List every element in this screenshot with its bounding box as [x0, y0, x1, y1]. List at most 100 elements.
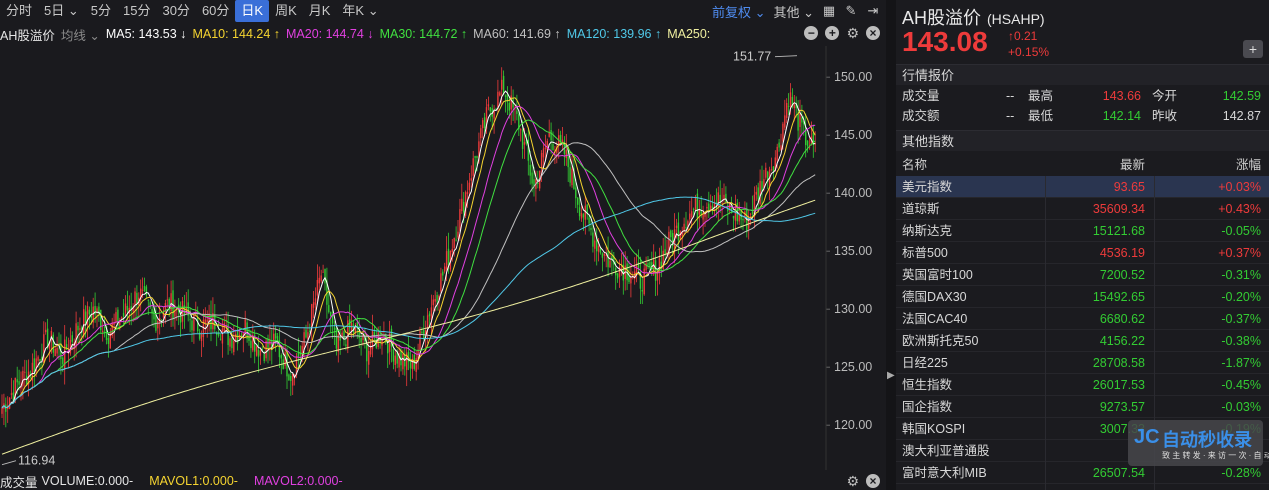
volume-title: 成交量: [0, 475, 38, 490]
candlestick-chart[interactable]: 150.00 145.00 140.00 135.00 130.00 125.00 120.…: [0, 46, 886, 470]
candle-body: [516, 110, 518, 114]
candle-body: [597, 245, 600, 252]
period-tab[interactable]: 60分: [196, 0, 235, 22]
expand-arrow-icon[interactable]: ▶: [887, 370, 895, 381]
candle-body: [350, 322, 353, 332]
market-cell: 最低: [1028, 109, 1054, 123]
candle-body: [474, 156, 476, 158]
volume-close-icon[interactable]: ×: [866, 474, 880, 488]
candle-body: [392, 349, 395, 362]
candle-body: [360, 337, 362, 343]
candle-body: [440, 273, 442, 292]
candle-body: [24, 371, 26, 373]
period-tab[interactable]: 5日 ⌄: [38, 0, 85, 22]
candle-body: [755, 191, 757, 195]
index-change: -1.87%: [1221, 356, 1261, 370]
candle-body: [419, 331, 421, 350]
index-row[interactable]: 美元指数 93.65 +0.03%: [896, 176, 1269, 198]
period-tab[interactable]: 分时: [0, 0, 38, 22]
candle-body: [71, 335, 73, 342]
volume-gear-icon[interactable]: ⚙: [846, 474, 859, 488]
candle-body: [455, 239, 457, 241]
candle-body: [664, 249, 666, 254]
candle-body: [533, 179, 535, 186]
quote-price: 143.08: [902, 26, 988, 57]
candle-body: [259, 350, 262, 356]
ma-value: MA30: 144.72 ↑: [379, 27, 468, 41]
high-pointer: [774, 55, 798, 58]
candle-body: [153, 310, 155, 320]
index-row[interactable]: 德国DAX30 15492.65 -0.20%: [896, 286, 1269, 308]
quote-change-pct: +0.15%: [1008, 45, 1050, 59]
candle-body: [219, 338, 222, 340]
index-row[interactable]: 欧洲斯托克50 4156.22 -0.38%: [896, 330, 1269, 352]
index-row[interactable]: 国企指数 9273.57 -0.03%: [896, 396, 1269, 418]
index-latest: 4536.19: [1099, 246, 1145, 260]
candle-body: [333, 327, 336, 330]
candle-body: [136, 292, 138, 305]
candle-body: [575, 187, 577, 199]
candle-body: [537, 182, 539, 184]
candle-body: [330, 311, 332, 317]
period-tab[interactable]: 月K: [303, 0, 337, 22]
index-row[interactable]: 标普500 4536.19 +0.37%: [896, 242, 1269, 264]
candle-body: [552, 144, 554, 151]
plus-icon[interactable]: +: [825, 26, 840, 40]
candle-body: [366, 343, 368, 362]
minus-icon[interactable]: −: [804, 26, 819, 40]
add-watchlist-button[interactable]: +: [1243, 40, 1263, 58]
index-row[interactable]: 英国富时100 7200.52 -0.31%: [896, 264, 1269, 286]
candle-body: [212, 313, 214, 330]
period-tab[interactable]: 年K ⌄: [336, 0, 384, 22]
candle-body: [94, 305, 96, 315]
index-row[interactable]: 道琼斯 35609.34 +0.43%: [896, 198, 1269, 220]
adjust-dropdown[interactable]: 前复权 ⌄: [712, 2, 766, 21]
candle-body: [445, 251, 448, 270]
index-row[interactable]: 日经225 28708.58 -1.87%: [896, 352, 1269, 374]
candle-body: [191, 320, 193, 331]
period-tab[interactable]: 5分: [85, 0, 117, 22]
close-icon[interactable]: ×: [866, 26, 880, 40]
more-dropdown[interactable]: 其他 ⌄: [773, 2, 814, 21]
market-cell: 今开: [1152, 89, 1178, 103]
period-tab[interactable]: 日K: [235, 0, 270, 22]
candle-body: [75, 323, 77, 348]
candle-body: [649, 261, 651, 267]
grid-icon[interactable]: ▦: [822, 4, 836, 18]
index-row[interactable]: 恒生指数 26017.53 -0.45%: [896, 374, 1269, 396]
candle-body: [436, 295, 438, 302]
candle-body: [221, 328, 224, 344]
candle-body: [670, 230, 672, 238]
candle-body: [565, 149, 567, 159]
candle-body: [749, 214, 752, 215]
index-row[interactable]: 纳斯达克 15121.68 -0.05%: [896, 220, 1269, 242]
candle-body: [510, 95, 512, 110]
candle-body: [387, 343, 389, 354]
candle-body: [265, 341, 267, 359]
candle-body: [628, 276, 630, 283]
period-tab[interactable]: 15分: [117, 0, 156, 22]
candle-body: [79, 328, 81, 330]
period-tab[interactable]: 周K: [269, 0, 303, 22]
ma-type-dropdown[interactable]: 均线 ⌄: [61, 25, 100, 44]
candle-body: [577, 197, 579, 205]
candle-body: [653, 259, 655, 275]
candle-body: [56, 347, 58, 354]
collapse-icon[interactable]: ⇥: [866, 4, 880, 18]
market-cell: 143.66: [1102, 89, 1141, 103]
candle-body: [305, 329, 307, 338]
pen-icon[interactable]: ✎: [844, 4, 858, 18]
panel-divider[interactable]: ▶: [886, 0, 896, 490]
period-tab[interactable]: 30分: [156, 0, 195, 22]
candle-body: [292, 373, 294, 386]
candle-body: [647, 263, 649, 266]
candle-body: [706, 206, 708, 209]
index-change: -0.38%: [1221, 334, 1261, 348]
ma-value: MA10: 144.24 ↑: [192, 27, 280, 41]
candle-body: [1, 408, 3, 414]
gear-icon[interactable]: ⚙: [846, 26, 859, 40]
index-row[interactable]: 法国CAC40 6680.62 -0.37%: [896, 308, 1269, 330]
index-name: 日经225: [902, 356, 948, 370]
candle-body: [787, 106, 790, 108]
candle-body: [102, 330, 104, 332]
